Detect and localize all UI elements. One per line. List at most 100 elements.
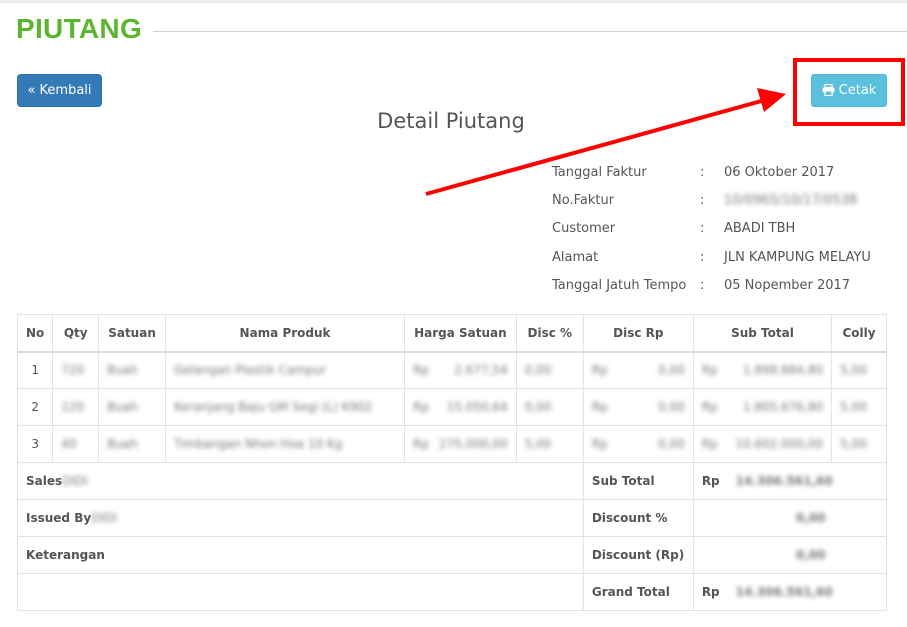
info-label: Customer — [552, 221, 616, 237]
cell-qty: 720 — [52, 351, 100, 389]
table-row: 3 40 Buah Timbangan Nhon Hoa 10 Kg Rp 275… — [16, 425, 887, 463]
cell-colly: 5,00 — [831, 388, 887, 426]
print-button-label: Cetak — [838, 83, 877, 98]
cell-sub-total: Rp 10.602.000,00 — [692, 425, 833, 463]
cell-nama: Gelangan Plastik Campur — [164, 351, 406, 389]
currency-label: Rp — [701, 437, 718, 451]
column-header: Nama Produk — [164, 314, 406, 353]
cell-satuan-value: Buah — [107, 400, 138, 414]
page-title: PIUTANG — [16, 13, 143, 44]
back-button[interactable]: « Kembali — [17, 74, 102, 107]
info-row-jatuh-tempo: Tanggal Jatuh Tempo : 05 Nopember 2017 — [552, 271, 871, 299]
column-header: No — [16, 314, 54, 353]
footer-row-sales: SalesDIDI Sub Total Rp 14.306.561,60 — [17, 462, 888, 500]
table-header-row: No Qty Satuan Nama Produk Harga Satuan D… — [16, 314, 887, 353]
cell-qty: 120 — [52, 388, 100, 426]
cell-satuan-value: Buah — [107, 437, 138, 451]
info-label: Alamat — [552, 249, 599, 265]
info-value: 06 Oktober 2017 — [724, 164, 835, 180]
table-row: 1 720 Buah Gelangan Plastik Campur Rp 2.6… — [16, 351, 887, 389]
discount-pct-cell: 0,00 — [692, 499, 888, 537]
cell-harga: Rp 275.000,00 — [404, 425, 517, 463]
column-header: Disc Rp — [582, 314, 694, 353]
cell-disc-pct-value: 0,00 — [524, 363, 552, 378]
column-header: Disc % — [515, 314, 584, 353]
top-border — [0, 0, 907, 3]
cell-disc-rp: Rp 0,00 — [582, 425, 694, 463]
info-colon: : — [700, 277, 705, 293]
info-row-alamat: Alamat : JLN KAMPUNG MELAYU — [552, 243, 871, 271]
currency-label: Rp — [591, 437, 608, 451]
discount-rp-cell: 0,00 — [692, 536, 888, 574]
cell-qty-value: 120 — [61, 400, 85, 414]
sub-total-cell: Rp 14.306.561,60 — [692, 462, 888, 500]
info-value: 10/0965/10/17/0538 — [724, 192, 858, 208]
cell-disc-rp-value: 0,00 — [658, 400, 685, 414]
cell-disc-rp-value: 0,00 — [658, 363, 685, 378]
sub-total-value: 14.306.561,60 — [735, 474, 833, 488]
issued-cell: Issued ByDIDI — [17, 499, 584, 537]
discount-pct-label: Discount % — [582, 499, 694, 537]
invoice-info: Tanggal Faktur : 06 Oktober 2017 No.Fakt… — [552, 158, 871, 299]
printer-icon — [822, 83, 835, 97]
cell-nama: Keranjang Baju GM Segi (L) K902 — [164, 388, 406, 426]
title-divider — [153, 31, 907, 32]
cell-qty-value: 40 — [61, 437, 77, 451]
cell-disc-pct-value: 5,00 — [524, 437, 552, 451]
sales-label: Sales — [26, 474, 63, 488]
cell-disc-pct: 0,00 — [515, 351, 584, 389]
currency-label: Rp — [701, 474, 720, 488]
discount-rp-label: Discount (Rp) — [582, 536, 694, 574]
sales-value: DIDI — [62, 474, 88, 488]
grand-total-cell: Rp 14.306.561,60 — [692, 573, 888, 611]
currency-label: Rp — [591, 363, 608, 378]
cell-no: 2 — [16, 388, 54, 426]
cell-colly-value: 5,00 — [840, 363, 867, 378]
footer-row-issued: Issued ByDIDI Discount % 0,00 — [17, 499, 888, 537]
info-colon: : — [700, 164, 705, 180]
info-label: No.Faktur — [552, 192, 615, 208]
info-row-tanggal-faktur: Tanggal Faktur : 06 Oktober 2017 — [552, 158, 871, 186]
cell-disc-pct: 5,00 — [515, 425, 584, 463]
cell-qty: 40 — [52, 425, 100, 463]
cell-nama: Timbangan Nhon Hoa 10 Kg — [164, 425, 406, 463]
info-label: Tanggal Faktur — [552, 164, 647, 180]
cell-harga-value: 15.050,64 — [446, 400, 508, 414]
discount-rp-value: 0,00 — [795, 548, 826, 562]
grand-total-label: Grand Total — [582, 573, 694, 611]
cell-no: 3 — [16, 425, 54, 463]
info-row-customer: Customer : ABADI TBH — [552, 215, 871, 243]
cell-colly: 5,00 — [831, 351, 887, 389]
currency-label: Rp — [701, 585, 720, 599]
issued-value: DIDI — [91, 511, 117, 525]
currency-label: Rp — [591, 400, 608, 414]
column-header: Qty — [52, 314, 100, 353]
cell-no: 1 — [16, 351, 54, 389]
currency-label: Rp — [413, 363, 430, 378]
column-header: Satuan — [98, 314, 166, 353]
sub-total-label: Sub Total — [582, 462, 694, 500]
cell-satuan: Buah — [98, 425, 166, 463]
cell-colly-value: 5,00 — [840, 400, 867, 414]
empty-cell — [17, 573, 584, 611]
issued-label: Issued By — [26, 511, 92, 525]
cell-nama-value: Timbangan Nhon Hoa 10 Kg — [174, 437, 343, 451]
sales-cell: SalesDIDI — [17, 462, 584, 500]
keterangan-label: Keterangan — [17, 536, 584, 574]
footer-row-keterangan: Keterangan Discount (Rp) 0,00 — [17, 536, 888, 574]
info-value: ABADI TBH — [724, 221, 796, 237]
info-colon: : — [700, 192, 705, 208]
currency-label: Rp — [413, 437, 430, 451]
cell-nama-value: Gelangan Plastik Campur — [174, 363, 326, 378]
currency-label: Rp — [701, 400, 718, 414]
table-row: 2 120 Buah Keranjang Baju GM Segi (L) K9… — [16, 388, 887, 426]
column-header: Colly — [831, 314, 887, 353]
info-label: Tanggal Jatuh Tempo — [552, 277, 687, 293]
invoice-table: No Qty Satuan Nama Produk Harga Satuan D… — [16, 314, 888, 611]
print-button[interactable]: Cetak — [811, 74, 887, 107]
cell-harga-value: 275.000,00 — [438, 437, 508, 451]
cell-disc-rp: Rp 0,00 — [582, 388, 694, 426]
cell-harga: Rp 15.050,64 — [404, 388, 517, 426]
cell-nama-value: Keranjang Baju GM Segi (L) K902 — [174, 400, 373, 414]
cell-harga-value: 2.677,54 — [454, 363, 508, 378]
